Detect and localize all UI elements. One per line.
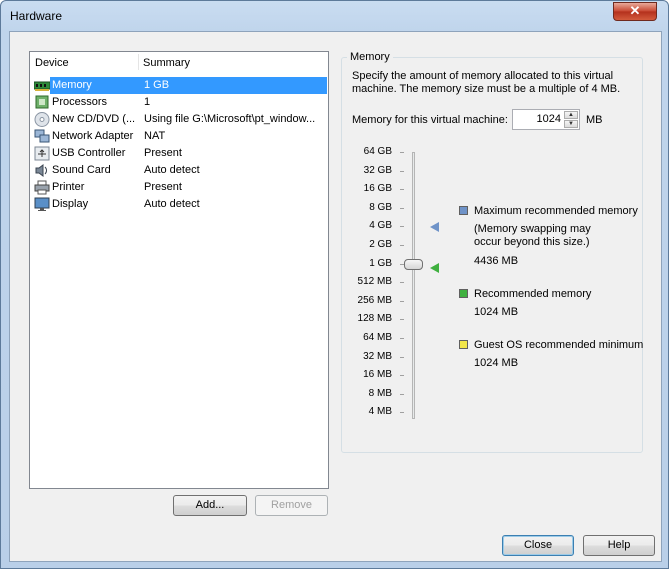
scale-tick: [400, 170, 404, 172]
window-close-button[interactable]: ✕: [613, 2, 657, 21]
scale-tick: [400, 412, 404, 414]
device-row-network-adapter[interactable]: Network Adapter NAT: [31, 128, 327, 145]
device-row-display[interactable]: Display Auto detect: [31, 196, 327, 213]
cd-dvd-icon: [34, 112, 50, 127]
device-row-printer[interactable]: Printer Present: [31, 179, 327, 196]
scale-label: 512 MB: [357, 276, 392, 288]
speaker-icon: [34, 163, 50, 178]
scale-label: 8 GB: [369, 201, 392, 213]
scale-tick: [400, 300, 404, 302]
device-list[interactable]: Device Summary Memory 1 GB Processors 1: [29, 51, 329, 489]
network-adapter-icon: [34, 129, 50, 144]
spinner-down-button[interactable]: ▼: [564, 120, 578, 128]
device-name: Sound Card: [52, 164, 111, 176]
scale-tick: [400, 356, 404, 358]
scale-tick: [400, 152, 404, 153]
scale-label: 4 GB: [369, 220, 392, 232]
device-name: Display: [52, 198, 89, 210]
add-device-button[interactable]: Add...: [173, 495, 247, 516]
device-name: USB Controller: [52, 147, 126, 159]
close-button[interactable]: Close: [502, 535, 574, 556]
memory-group-title: Memory: [347, 51, 393, 63]
memory-size-input[interactable]: 1024: [537, 113, 561, 125]
device-row-usb-controller[interactable]: USB Controller Present: [31, 145, 327, 162]
device-row-processors[interactable]: Processors 1: [31, 94, 327, 111]
scale-label: 1 GB: [369, 257, 392, 269]
memory-icon: [33, 78, 51, 93]
device-summary: Present: [144, 147, 182, 159]
scale-label: 4 MB: [368, 406, 392, 418]
dialog-client: Device Summary Memory 1 GB Processors 1: [9, 31, 662, 562]
device-summary: Using file G:\Microsoft\pt_window...: [144, 113, 316, 125]
device-row-memory[interactable]: Memory 1 GB: [31, 77, 327, 94]
monitor-icon: [34, 197, 50, 212]
column-header-device[interactable]: Device: [35, 57, 69, 69]
scale-label: 64 MB: [363, 332, 392, 343]
help-button[interactable]: Help: [583, 535, 655, 556]
title-bar[interactable]: Hardware ✕: [1, 1, 669, 31]
scale-tick: [400, 245, 404, 246]
scale-tick: [400, 338, 404, 339]
device-name: New CD/DVD (...: [52, 113, 136, 125]
scale-tick: [400, 207, 404, 209]
device-summary: Auto detect: [144, 164, 200, 176]
remove-device-button[interactable]: Remove: [255, 495, 328, 516]
header-divider[interactable]: [138, 54, 139, 70]
guest-minimum-title: Guest OS recommended minimum: [474, 339, 644, 351]
device-summary: NAT: [144, 130, 166, 142]
device-row-cd-dvd[interactable]: New CD/DVD (... Using file G:\Microsoft\…: [31, 111, 327, 128]
scale-label: 64 GB: [363, 146, 392, 157]
max-recommended-marker: [430, 222, 439, 232]
max-recommended-value: 4436 MB: [474, 255, 519, 267]
device-summary: Present: [144, 181, 182, 193]
window-title: Hardware: [10, 9, 63, 23]
device-list-header: Device Summary: [30, 52, 328, 72]
device-name: Network Adapter: [52, 130, 134, 142]
scale-label: 8 MB: [368, 387, 392, 399]
device-name: Printer: [52, 181, 85, 193]
memory-slider-thumb[interactable]: [404, 258, 423, 270]
memory-field-label: Memory for this virtual machine:: [352, 114, 508, 126]
scale-label: 16 GB: [363, 183, 392, 195]
device-summary: 1 GB: [144, 79, 170, 91]
scale-label: 256 MB: [357, 294, 392, 306]
column-header-summary[interactable]: Summary: [143, 57, 190, 69]
usb-icon: [34, 146, 50, 161]
spinner-arrows: ▲ ▼: [564, 111, 578, 128]
hardware-window: Hardware ✕ Device Summary Memory 1 GB Pr…: [0, 0, 669, 569]
recommended-marker: [430, 263, 439, 273]
memory-description: Specify the amount of memory allocated t…: [352, 70, 621, 95]
scale-tick: [400, 375, 404, 377]
scale-tick: [400, 393, 404, 395]
device-summary: Auto detect: [144, 198, 200, 210]
memory-slider-track[interactable]: [412, 152, 415, 419]
scale-label: 16 MB: [363, 369, 392, 381]
processor-icon: [34, 95, 50, 110]
max-recommended-note: (Memory swapping may occur beyond this s…: [474, 223, 591, 248]
spinner-up-button[interactable]: ▲: [564, 111, 578, 119]
max-recommended-title: Maximum recommended memory: [474, 205, 638, 217]
scale-label: 2 GB: [369, 239, 392, 250]
scale-label: 32 MB: [363, 350, 392, 362]
recommended-swatch: [459, 289, 468, 298]
scale-tick: [400, 319, 404, 321]
device-name: Memory: [52, 79, 92, 91]
recommended-value: 1024 MB: [474, 306, 519, 318]
device-name: Processors: [52, 96, 108, 108]
printer-icon: [34, 180, 50, 195]
scale-tick: [400, 226, 404, 228]
device-summary: 1: [144, 96, 151, 108]
max-recommended-swatch: [459, 206, 468, 215]
scale-tick: [400, 282, 404, 284]
scale-label: 128 MB: [357, 313, 392, 325]
memory-unit-label: MB: [586, 114, 603, 126]
guest-minimum-value: 1024 MB: [474, 357, 519, 369]
recommended-title: Recommended memory: [474, 288, 592, 300]
device-row-sound-card[interactable]: Sound Card Auto detect: [31, 162, 327, 179]
memory-size-spinbox[interactable]: 1024 ▲ ▼: [512, 109, 580, 130]
scale-label: 32 GB: [363, 164, 392, 176]
guest-minimum-swatch: [459, 340, 468, 349]
scale-tick: [400, 189, 404, 191]
